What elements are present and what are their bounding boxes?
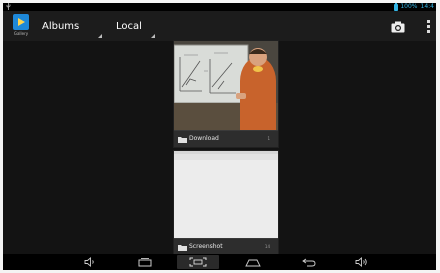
source-spinner[interactable]: Local (116, 21, 158, 38)
volume-up-icon[interactable] (353, 255, 371, 269)
folder-icon (178, 137, 187, 143)
album-thumbnail (174, 41, 278, 130)
action-bar: Gallery Albums Local (3, 11, 436, 41)
app-icon-label: Gallery (13, 31, 29, 36)
album-screenshot[interactable]: Screenshot 14 (174, 151, 278, 255)
battery-level: 100% (400, 3, 418, 10)
screenshot-icon[interactable] (177, 255, 219, 269)
recent-apps-icon[interactable] (135, 255, 155, 269)
album-count: 1 (267, 136, 270, 141)
screenshot-thumbnail (174, 151, 278, 238)
album-footer: Screenshot 14 (174, 238, 278, 255)
camera-icon[interactable] (391, 21, 405, 33)
album-footer: Download 1 (174, 130, 278, 147)
album-thumbnail (174, 151, 278, 238)
view-spinner-label: Albums (42, 21, 80, 32)
back-icon[interactable] (299, 255, 319, 269)
whiteboard-photo (174, 41, 278, 130)
album-name: Download (189, 135, 219, 142)
gallery-app-icon[interactable]: Gallery (11, 14, 31, 37)
spinner-arrow-icon (98, 34, 102, 38)
overflow-menu-icon[interactable] (425, 19, 431, 35)
source-spinner-label: Local (116, 21, 142, 32)
album-count: 14 (264, 244, 270, 249)
spinner-arrow-icon (151, 34, 155, 38)
battery-icon (394, 3, 399, 11)
usb-icon (6, 3, 11, 10)
gallery-screen: 100% 14:4 Gallery Albums Local Download … (0, 0, 440, 273)
navigation-bar (3, 254, 436, 270)
album-download[interactable]: Download 1 (174, 41, 278, 147)
clock: 14:4 (420, 3, 434, 10)
album-name: Screenshot (189, 243, 223, 250)
status-bar: 100% 14:4 (3, 3, 436, 11)
volume-down-icon[interactable] (81, 255, 99, 269)
home-icon[interactable] (243, 255, 263, 269)
folder-icon (178, 245, 187, 251)
view-spinner[interactable]: Albums (42, 21, 106, 38)
